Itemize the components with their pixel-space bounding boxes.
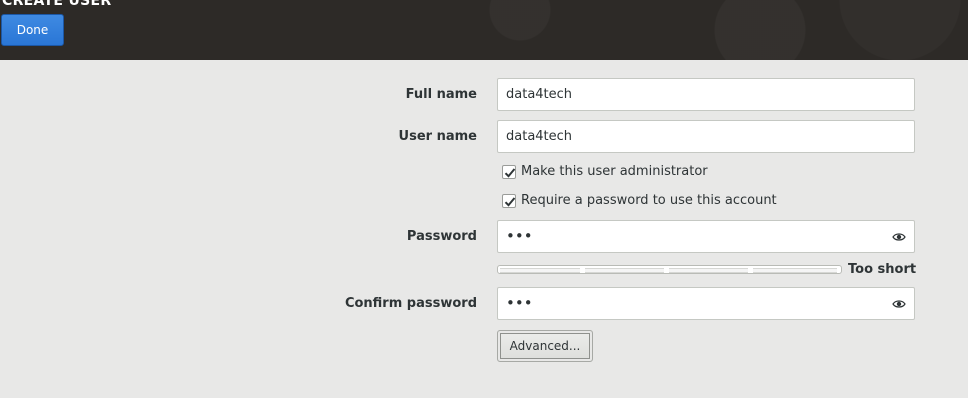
strength-segment (669, 268, 748, 273)
full-name-value: data4tech (506, 87, 573, 102)
password-strength-meter (497, 265, 842, 274)
strength-segment (585, 268, 664, 273)
full-name-field[interactable]: data4tech (497, 78, 915, 111)
password-value: ••• (506, 227, 533, 245)
require-password-checkbox[interactable] (502, 194, 516, 208)
confirm-password-label: Confirm password (344, 296, 477, 311)
require-password-checkbox-label: Require a password to use this account (521, 193, 777, 208)
check-icon (504, 197, 516, 207)
confirm-password-field[interactable]: ••• (497, 287, 915, 320)
strength-segment (753, 268, 837, 273)
eye-icon[interactable] (892, 298, 906, 310)
strength-segment (500, 268, 580, 273)
user-name-field[interactable]: data4tech (497, 120, 915, 153)
user-name-label: User name (398, 129, 477, 144)
done-button[interactable]: Done (1, 14, 64, 46)
admin-checkbox[interactable] (502, 165, 516, 179)
user-name-value: data4tech (506, 129, 573, 144)
eye-icon[interactable] (892, 231, 906, 243)
admin-checkbox-label: Make this user administrator (521, 164, 708, 179)
check-icon (504, 168, 516, 178)
advanced-button[interactable]: Advanced... (497, 330, 593, 362)
header-bar: CREATE USER Done (0, 0, 968, 60)
password-strength-text: Too short (848, 262, 917, 277)
password-label: Password (406, 229, 477, 244)
full-name-label: Full name (405, 87, 477, 102)
confirm-password-value: ••• (506, 294, 533, 312)
page-title: CREATE USER (2, 0, 112, 9)
password-field[interactable]: ••• (497, 220, 915, 253)
